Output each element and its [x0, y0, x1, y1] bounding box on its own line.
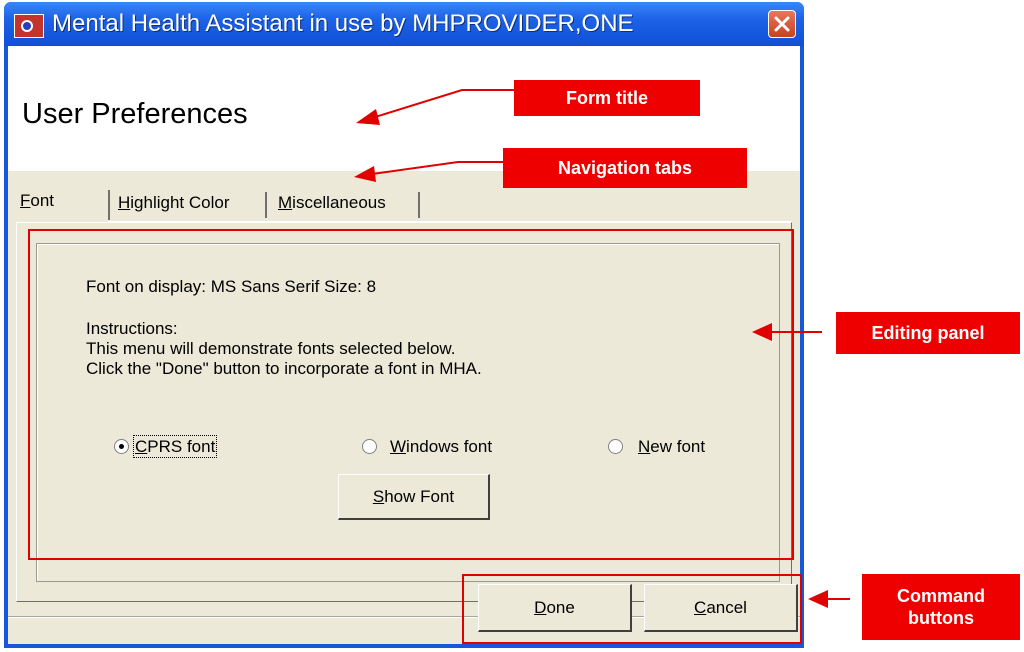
- arrow-navigation-tabs: [354, 161, 503, 182]
- arrow-editing-panel: [752, 323, 822, 341]
- arrow-form-title: [356, 89, 514, 125]
- callout-arrows: [354, 89, 850, 608]
- arrow-command-buttons: [808, 590, 850, 608]
